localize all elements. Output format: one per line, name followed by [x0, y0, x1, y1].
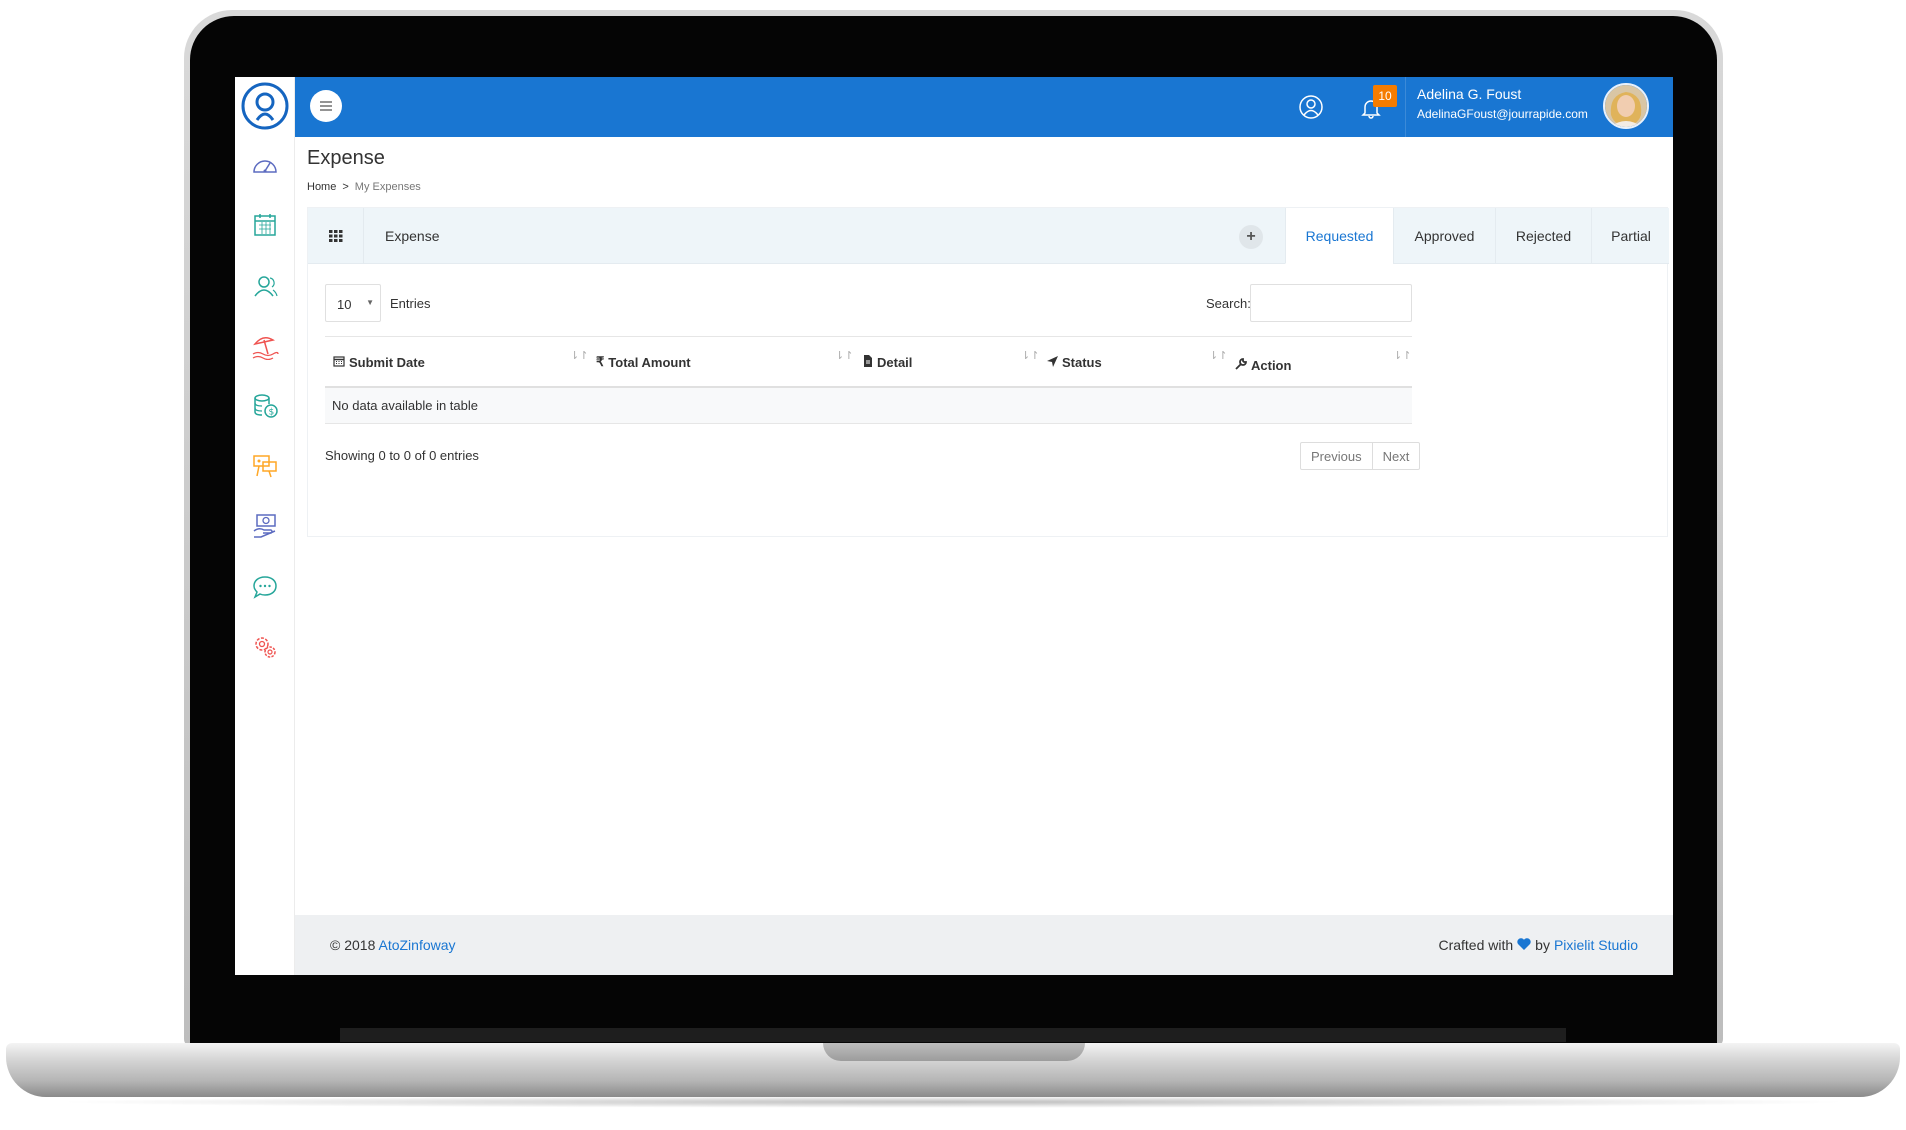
tab-rejected[interactable]: Rejected — [1495, 208, 1591, 264]
profile-icon[interactable] — [1298, 94, 1324, 120]
dashboard-gauge-icon[interactable] — [249, 150, 281, 182]
sort-icon[interactable]: ⇂↾ — [1209, 349, 1227, 362]
location-arrow-icon — [1047, 355, 1058, 370]
previous-button[interactable]: Previous — [1301, 443, 1372, 469]
panel-header: Expense + Requested Approved Rejected Pa… — [308, 208, 1669, 264]
calendar-small-icon — [333, 355, 345, 370]
expense-coins-icon[interactable]: $ — [249, 390, 281, 422]
avatar[interactable] — [1603, 83, 1649, 129]
rupee-icon: ₹ — [596, 354, 605, 369]
tab-partial[interactable]: Partial — [1591, 208, 1670, 264]
file-icon — [863, 354, 873, 370]
col-total-amount-label: Total Amount — [608, 354, 691, 370]
wrench-icon — [1235, 357, 1247, 373]
table-header: Submit Date ⇂↾ ₹ Total Amount ⇂↾ Detail — [325, 336, 1412, 388]
entries-select-value: 10 — [337, 297, 352, 312]
col-detail[interactable]: Detail — [863, 337, 912, 387]
col-total-amount[interactable]: ₹ Total Amount — [596, 337, 691, 387]
menu-toggle-button[interactable] — [310, 90, 342, 122]
bezel-bottom — [340, 1028, 1566, 1042]
next-button[interactable]: Next — [1371, 443, 1420, 469]
chat-icon[interactable] — [249, 571, 281, 603]
status-tabs: Requested Approved Rejected Partial — [1285, 208, 1670, 264]
breadcrumb-separator: > — [342, 181, 349, 193]
col-detail-label: Detail — [877, 354, 913, 370]
notification-badge[interactable]: 10 — [1373, 85, 1397, 107]
user-email: AdelinaGFoust@jourrapide.com — [1417, 107, 1588, 121]
col-submit-date-label: Submit Date — [349, 354, 425, 370]
entries-select[interactable]: 10 ▼ — [325, 284, 381, 322]
hamburger-icon — [320, 101, 332, 111]
col-action-label: Action — [1251, 357, 1292, 373]
page-title: Expense — [307, 147, 385, 169]
users-icon[interactable] — [249, 270, 281, 302]
sort-asc-icon[interactable]: ⇂↾ — [570, 349, 588, 362]
sort-icon[interactable]: ⇂↾ — [1393, 349, 1411, 362]
sort-icon[interactable]: ⇂↾ — [835, 349, 853, 362]
studio-link[interactable]: Pixielit Studio — [1554, 937, 1638, 953]
pagination: Previous Next — [1300, 442, 1421, 470]
holiday-beach-icon[interactable] — [249, 330, 281, 362]
breadcrumb-home[interactable]: Home — [307, 181, 336, 193]
col-submit-date[interactable]: Submit Date — [333, 337, 425, 387]
base-shadow — [50, 1096, 1856, 1108]
add-expense-button[interactable]: + — [1239, 225, 1263, 249]
company-link[interactable]: AtoZinfoway — [378, 937, 455, 953]
settings-gears-icon[interactable] — [249, 631, 281, 663]
laptop-frame: $ 10 Adelina G. Foust AdelinaGFoust@jour… — [0, 0, 1906, 1130]
svg-text:$: $ — [269, 408, 275, 418]
search-label: Search: — [1206, 296, 1251, 311]
col-action[interactable]: Action — [1235, 340, 1291, 390]
app-logo-icon[interactable] — [240, 80, 290, 132]
sort-icon[interactable]: ⇂↾ — [1021, 349, 1039, 362]
footer-credit: Crafted with by Pixielit Studio — [1438, 937, 1638, 953]
crafted-text: Crafted with — [1438, 937, 1514, 953]
sidebar: $ — [235, 77, 295, 975]
breadcrumb-current: My Expenses — [354, 181, 421, 193]
col-status[interactable]: Status — [1047, 337, 1102, 387]
heart-icon — [1517, 937, 1531, 953]
payroll-icon[interactable] — [249, 510, 281, 542]
laptop-notch — [823, 1043, 1085, 1061]
tab-requested[interactable]: Requested — [1285, 208, 1393, 264]
footer: © 2018 AtoZinfoway Crafted with by Pixie… — [295, 915, 1673, 975]
app-screen: $ 10 Adelina G. Foust AdelinaGFoust@jour… — [235, 77, 1673, 975]
calendar-icon[interactable] — [249, 209, 281, 241]
entries-label: Entries — [390, 296, 431, 311]
breadcrumb: Home > My Expenses — [307, 181, 421, 193]
presentation-icon[interactable] — [249, 450, 281, 482]
top-header: 10 Adelina G. Foust AdelinaGFoust@jourra… — [295, 77, 1673, 137]
header-divider — [1405, 77, 1406, 137]
search-input[interactable] — [1250, 284, 1412, 322]
caret-down-icon: ▼ — [366, 298, 374, 307]
footer-copyright: © 2018 AtoZinfoway — [330, 937, 456, 953]
panel-title: Expense — [385, 228, 440, 244]
by-text: by — [1535, 937, 1550, 953]
col-status-label: Status — [1062, 354, 1102, 370]
tab-approved[interactable]: Approved — [1393, 208, 1495, 264]
main-content: Expense Home > My Expenses Expense + Req… — [295, 137, 1673, 915]
table-empty-row: No data available in table — [325, 388, 1412, 424]
copyright-text: © 2018 — [330, 937, 376, 953]
user-name[interactable]: Adelina G. Foust — [1417, 86, 1521, 102]
grid-icon — [308, 208, 364, 264]
table-info: Showing 0 to 0 of 0 entries — [325, 448, 479, 463]
expense-panel: Expense + Requested Approved Rejected Pa… — [307, 207, 1669, 537]
